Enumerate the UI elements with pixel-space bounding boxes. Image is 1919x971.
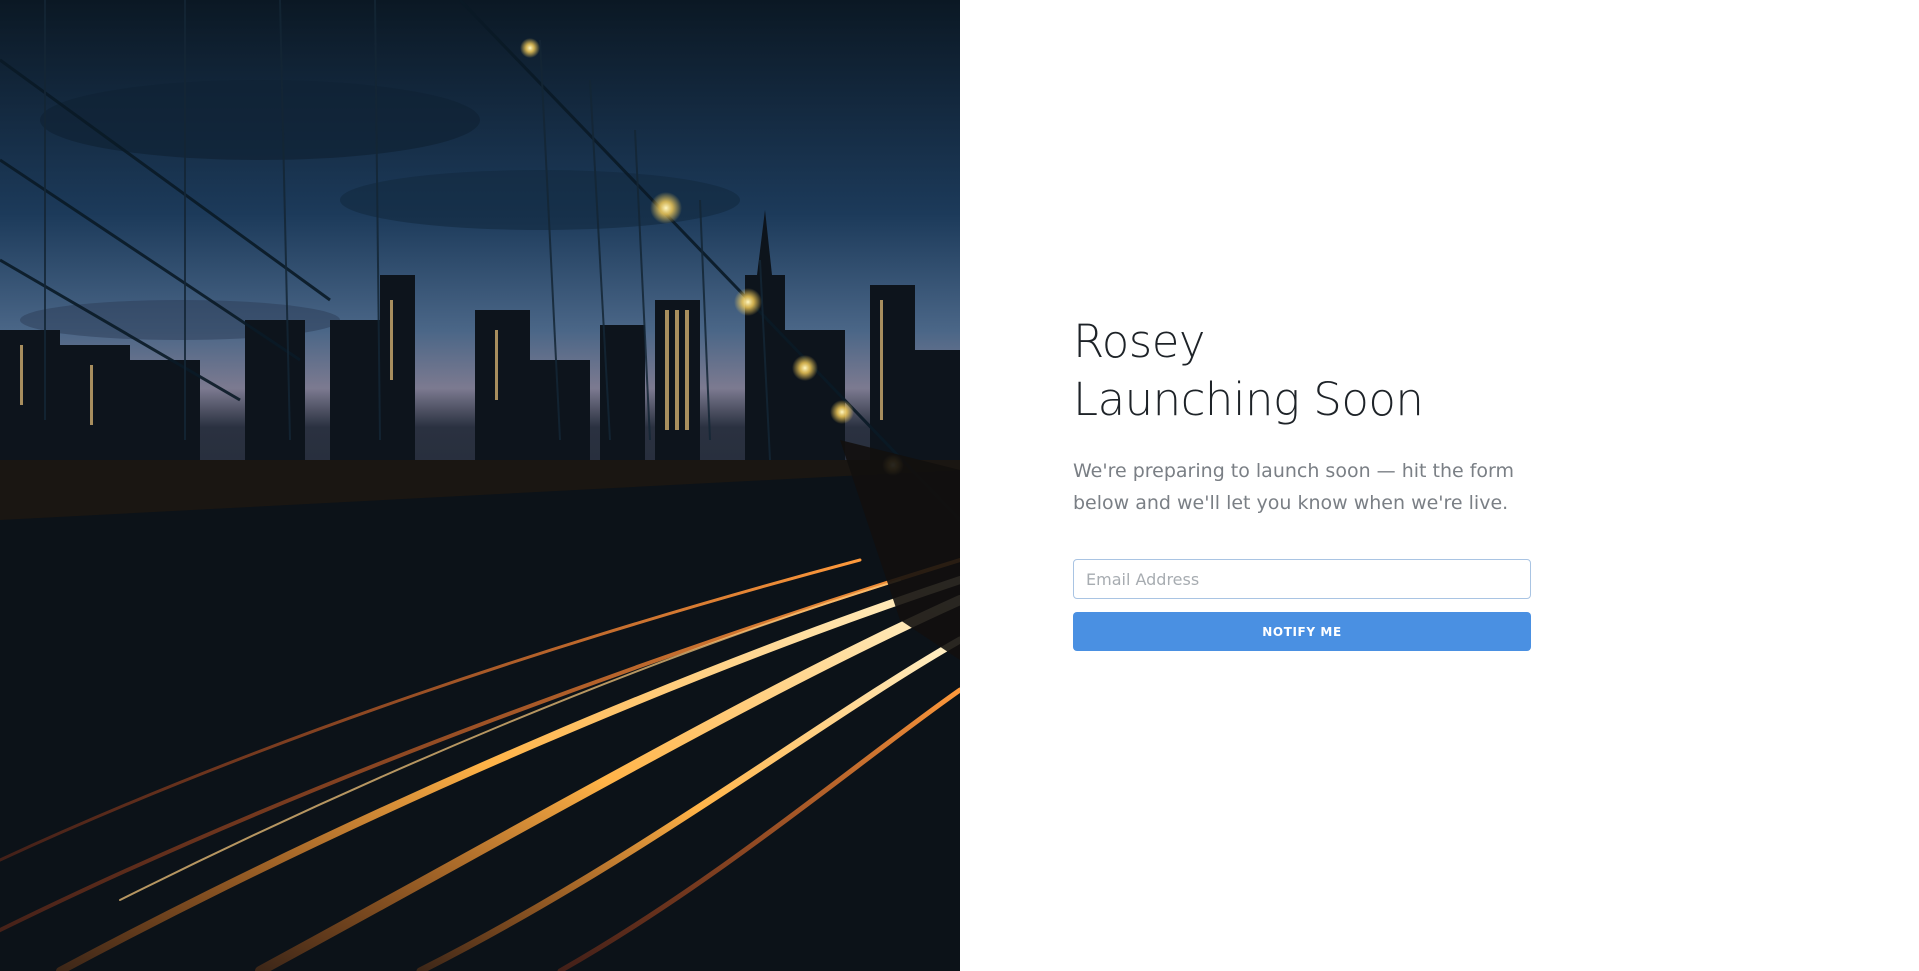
brand-name: Rosey [1073, 315, 1206, 368]
page: Rosey Launching Soon We're preparing to … [0, 0, 1919, 971]
email-field[interactable] [1073, 559, 1531, 599]
city-bridge-night-photo [0, 0, 960, 971]
headline: Launching Soon [1073, 373, 1424, 426]
lead-text: We're preparing to launch soon — hit the… [1073, 460, 1515, 514]
hero-image [0, 0, 960, 971]
launch-card: Rosey Launching Soon We're preparing to … [1073, 313, 1533, 651]
content-panel: Rosey Launching Soon We're preparing to … [960, 0, 1919, 971]
notify-form: NOTIFY ME [1073, 559, 1533, 651]
notify-button[interactable]: NOTIFY ME [1073, 612, 1531, 651]
page-title: Rosey Launching Soon [1073, 313, 1533, 429]
